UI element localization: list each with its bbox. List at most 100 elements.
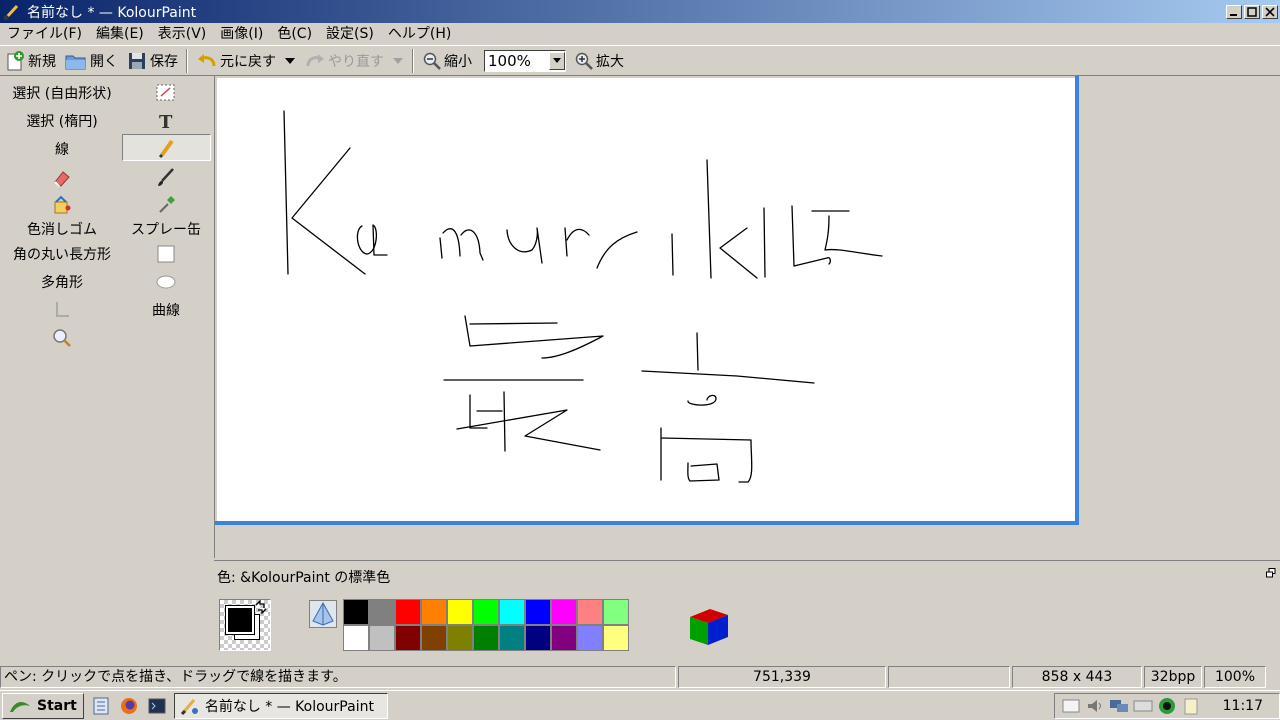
tool-rounded-rectangle[interactable]: 角の丸い長方形: [10, 240, 114, 267]
canvas-scroll-area: [214, 76, 1280, 558]
taskbar-task-kolourpaint[interactable]: 名前なし * — KolourPaint: [173, 692, 388, 719]
start-button[interactable]: Start: [2, 692, 84, 719]
tray-clipboard[interactable]: [1181, 696, 1201, 716]
palette-swatch[interactable]: [499, 625, 525, 651]
tool-free-form-select[interactable]: 選択 (自由形状): [10, 79, 114, 106]
ellipse-icon: [156, 275, 176, 288]
palette-swatch[interactable]: [369, 625, 395, 651]
tool-ellipse[interactable]: [114, 268, 218, 295]
quicklaunch-firefox[interactable]: [118, 695, 140, 717]
tray-network[interactable]: [1109, 696, 1129, 716]
taskbar-clock[interactable]: 11:17: [1223, 698, 1263, 714]
minimize-button[interactable]: [1226, 4, 1242, 19]
menu-settings[interactable]: 設定(S): [319, 23, 381, 45]
save-label: 保存: [150, 53, 178, 70]
palette-swatch[interactable]: [421, 599, 447, 625]
tool-zoom[interactable]: [10, 324, 114, 351]
tool-rectangle-select[interactable]: [114, 79, 218, 106]
palette-swatch[interactable]: [473, 599, 499, 625]
foreground-background-color-selector[interactable]: [219, 599, 271, 651]
palette-swatch[interactable]: [421, 625, 447, 651]
notes-icon: [1062, 699, 1080, 712]
tool-text[interactable]: T: [114, 107, 218, 134]
redo-button[interactable]: やり直す: [300, 47, 388, 75]
tool-polygon[interactable]: 多角形: [10, 268, 114, 295]
palette-swatch[interactable]: [603, 599, 629, 625]
chevron-down-icon: [393, 57, 403, 64]
canvas-resize-handle-right[interactable]: [1075, 76, 1079, 525]
zoom-out-button[interactable]: 縮小: [418, 47, 476, 75]
quicklaunch-terminal[interactable]: [146, 695, 168, 717]
undo-history-dropdown[interactable]: [280, 47, 300, 75]
canvas-resize-handle-bottom[interactable]: [215, 521, 1079, 525]
palette-swatch[interactable]: [395, 599, 421, 625]
tool-flood-fill[interactable]: [10, 191, 114, 218]
zoom-level-combo[interactable]: 100%: [484, 49, 566, 72]
maximize-button[interactable]: [1244, 4, 1260, 19]
color-picker-icon: [159, 195, 175, 213]
status-bar: ペン: クリックで点を描き、ドラッグで線を描きます。 751,339 858 x…: [0, 666, 1280, 688]
palette-swatch[interactable]: [525, 625, 551, 651]
tool-pen[interactable]: [122, 134, 211, 161]
palette-swatch[interactable]: [525, 599, 551, 625]
palette-swatch[interactable]: [395, 625, 421, 651]
swap-colors-icon[interactable]: [254, 600, 268, 614]
connected-lines-icon: [56, 301, 69, 317]
palette-swatch[interactable]: [577, 625, 603, 651]
menu-edit[interactable]: 編集(E): [89, 23, 151, 45]
quicklaunch-file-manager[interactable]: [90, 695, 112, 717]
drawing-canvas[interactable]: [217, 78, 1075, 521]
save-disk-icon: [129, 52, 145, 69]
palette-swatch[interactable]: [343, 625, 369, 651]
status-cursor-position: 751,339: [678, 666, 886, 688]
palette-swatch[interactable]: [551, 599, 577, 625]
tool-polygon-label: 多角形: [41, 274, 83, 291]
color-cube-icon[interactable]: [688, 605, 730, 647]
close-button[interactable]: [1262, 4, 1278, 19]
palette-swatch[interactable]: [499, 599, 525, 625]
redo-history-dropdown[interactable]: [388, 47, 408, 75]
palette-swatch[interactable]: [447, 625, 473, 651]
new-button[interactable]: 新規: [0, 47, 60, 75]
tool-color-eraser[interactable]: 色消しゴム: [10, 215, 114, 242]
foreground-color-swatch[interactable]: [225, 605, 255, 635]
save-button[interactable]: 保存: [122, 47, 182, 75]
tool-ellipse-select[interactable]: 選択 (楕円): [10, 107, 114, 134]
tool-line[interactable]: 線: [10, 135, 114, 162]
palette-swatch[interactable]: [603, 625, 629, 651]
palette-swatch[interactable]: [447, 599, 473, 625]
menu-bar: ファイル(F) 編集(E) 表示(V) 画像(I) 色(C) 設定(S) ヘルプ…: [0, 23, 1280, 45]
tray-keyboard[interactable]: [1133, 696, 1153, 716]
tray-notes[interactable]: [1061, 696, 1081, 716]
palette-swatch[interactable]: [551, 625, 577, 651]
menu-file[interactable]: ファイル(F): [0, 23, 89, 45]
palette-swatch[interactable]: [343, 599, 369, 625]
palette-swatch[interactable]: [369, 599, 395, 625]
tool-color-picker[interactable]: [114, 191, 218, 218]
tray-status[interactable]: [1157, 696, 1177, 716]
color-box: 色: &KolourPaint の標準色: [214, 560, 1280, 664]
undo-arrow-icon: [198, 53, 216, 66]
tool-brush[interactable]: [114, 163, 218, 190]
palette-swatch[interactable]: [473, 625, 499, 651]
tool-curve[interactable]: 曲線: [114, 296, 218, 323]
menu-view[interactable]: 表示(V): [151, 23, 214, 45]
tool-spraycan[interactable]: スプレー缶: [114, 215, 218, 242]
open-button[interactable]: 開く: [60, 47, 122, 75]
undo-button[interactable]: 元に戻す: [192, 47, 280, 75]
undo-label: 元に戻す: [220, 53, 276, 70]
menu-colors[interactable]: 色(C): [270, 23, 319, 45]
zoom-combo-arrow[interactable]: [549, 51, 565, 70]
tool-eraser[interactable]: [10, 163, 114, 190]
open-folder-icon: [65, 55, 86, 69]
float-panel-icon[interactable]: [1266, 568, 1276, 578]
tool-connected-lines[interactable]: [10, 296, 114, 323]
palette-swatch[interactable]: [577, 599, 603, 625]
status-ring-icon: [1158, 697, 1175, 714]
menu-image[interactable]: 画像(I): [213, 23, 270, 45]
tray-volume[interactable]: [1085, 696, 1105, 716]
zoom-in-button[interactable]: 拡大: [570, 47, 628, 75]
menu-help[interactable]: ヘルプ(H): [381, 23, 458, 45]
transparent-color-swatch[interactable]: [309, 600, 337, 628]
tool-rectangle[interactable]: [114, 240, 218, 267]
